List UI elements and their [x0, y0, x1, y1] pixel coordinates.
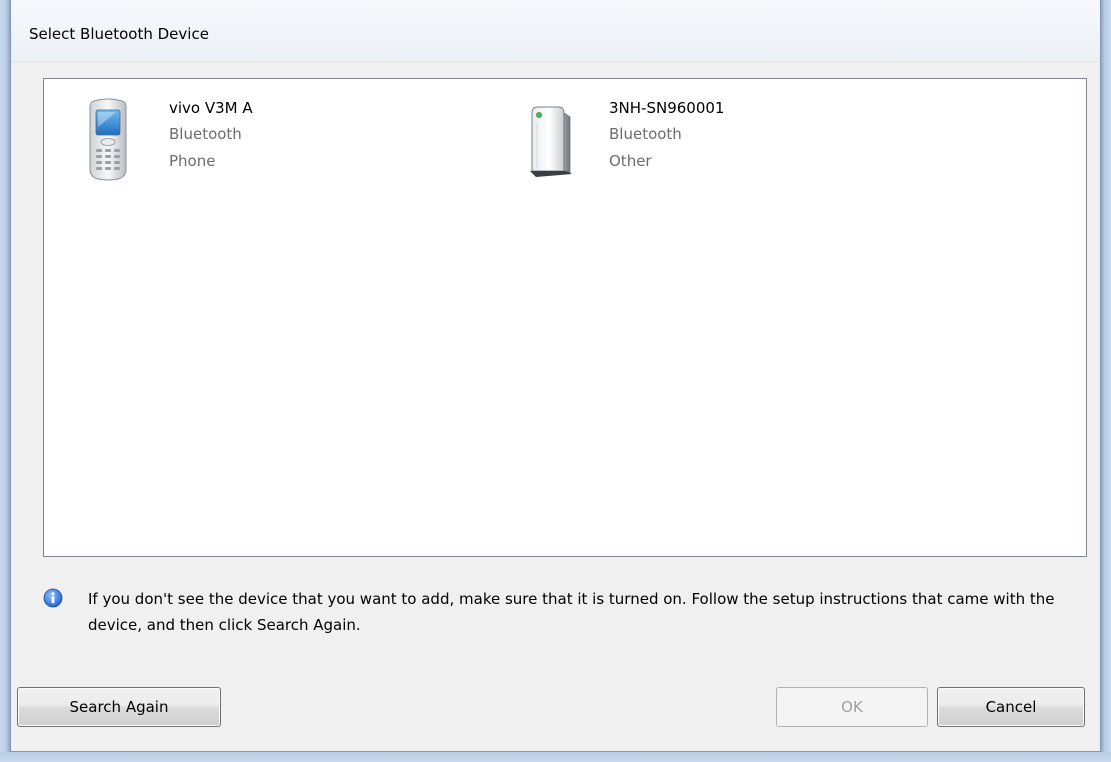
dialog-title-bar: Select Bluetooth Device	[11, 0, 1100, 62]
window-frame-right	[1101, 0, 1111, 762]
device-category: Phone	[169, 152, 216, 170]
ok-button[interactable]: OK	[776, 687, 928, 727]
info-text: If you don't see the device that you wan…	[88, 590, 1055, 634]
device-name: 3NH-SN960001	[609, 99, 725, 117]
window-frame-bottom	[0, 752, 1111, 762]
device-name: vivo V3M A	[169, 99, 253, 117]
search-again-button[interactable]: Search Again	[17, 687, 221, 727]
screen: Select Bluetooth Device vivo V3M A Bluet…	[0, 0, 1111, 762]
dialog-title: Select Bluetooth Device	[29, 25, 209, 43]
mobile-phone-icon	[89, 98, 127, 181]
info-message: If you don't see the device that you wan…	[43, 586, 1093, 646]
window-frame-left	[0, 0, 10, 762]
device-item-3nh-sn960001[interactable]: 3NH-SN960001 Bluetooth Other	[520, 97, 900, 187]
device-connection-type: Bluetooth	[609, 125, 682, 143]
generic-device-icon	[530, 106, 572, 177]
device-connection-type: Bluetooth	[169, 125, 242, 143]
info-icon	[43, 588, 63, 608]
select-bluetooth-device-dialog: Select Bluetooth Device vivo V3M A Bluet…	[10, 0, 1101, 752]
device-item-vivo-v3m-a[interactable]: vivo V3M A Bluetooth Phone	[80, 97, 460, 187]
cancel-button[interactable]: Cancel	[937, 687, 1085, 727]
device-category: Other	[609, 152, 652, 170]
device-list[interactable]: vivo V3M A Bluetooth Phone 3NH-SN960001 …	[43, 78, 1087, 557]
